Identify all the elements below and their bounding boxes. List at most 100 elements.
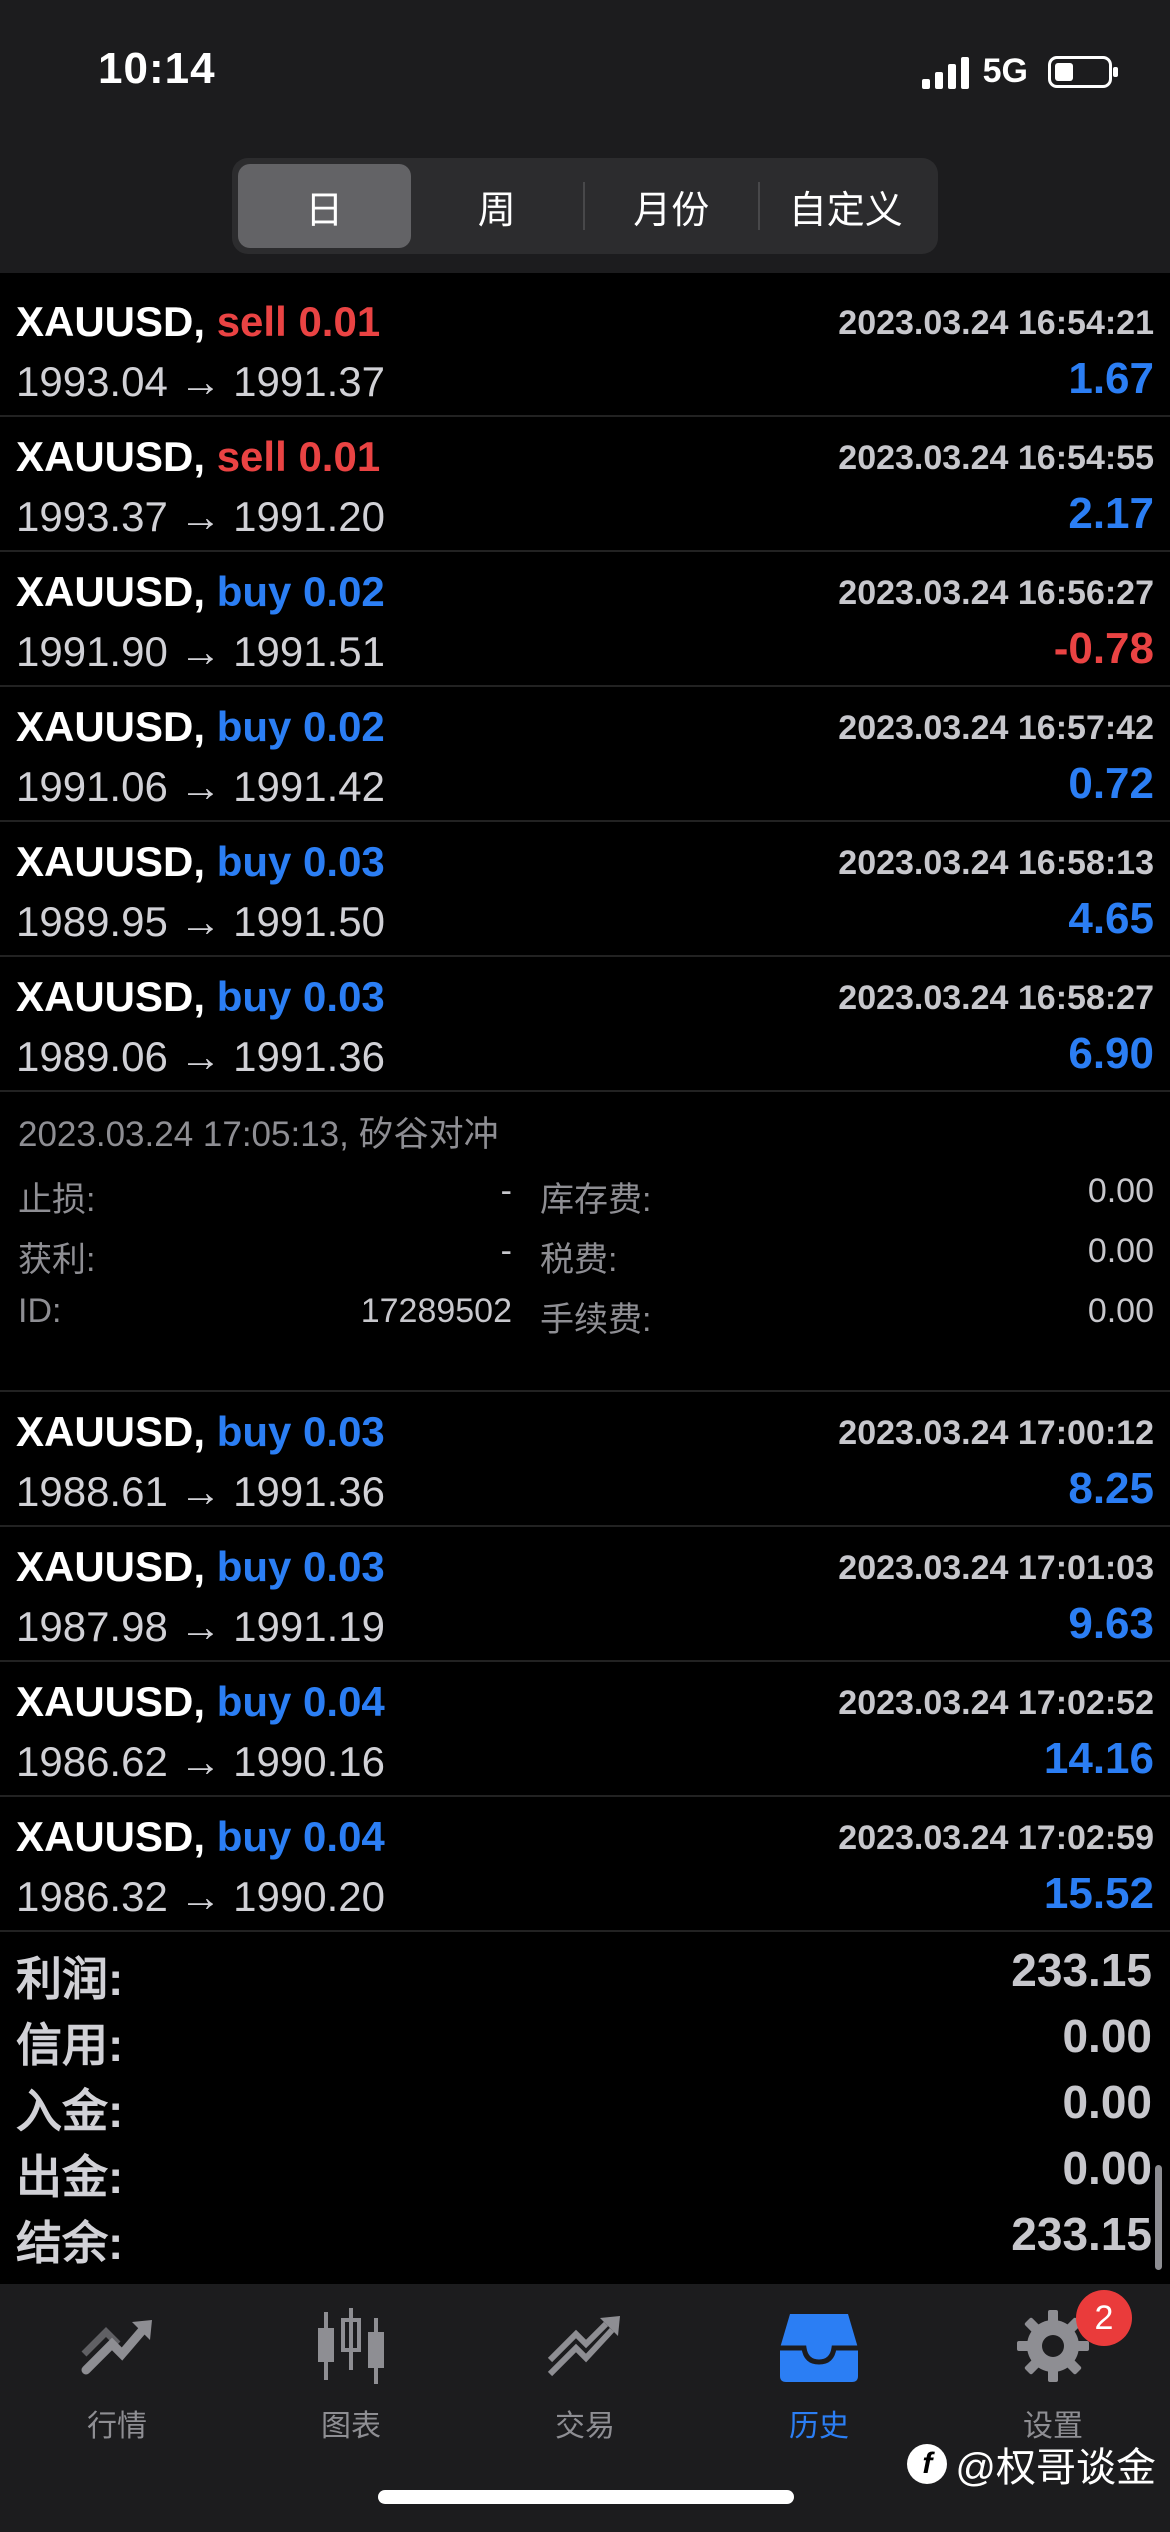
trade-row[interactable]: XAUUSD, buy 0.03 2023.03.24 16:58:13 1989.… [0, 822, 1170, 957]
trade-symbol: XAUUSD, buy 0.03 [16, 1408, 385, 1456]
tab-history[interactable]: 历史 [702, 2304, 936, 2445]
trade-row[interactable]: XAUUSD, buy 0.02 2023.03.24 16:57:42 1991.… [0, 687, 1170, 822]
symbol-text: XAUUSD, [16, 838, 206, 885]
trade-datetime: 2023.03.24 17:01:03 [838, 1549, 1154, 1587]
tax-value: 0.00 [1087, 1232, 1154, 1270]
symbol-text: XAUUSD, [16, 1408, 206, 1455]
trade-profit: 1.67 [1068, 354, 1154, 403]
trade-row[interactable]: XAUUSD, buy 0.04 2023.03.24 17:02:52 1986.… [0, 1662, 1170, 1797]
trade-symbol: XAUUSD, buy 0.03 [16, 1543, 385, 1591]
summary-label: 出金: [16, 2151, 124, 2203]
home-indicator[interactable] [378, 2490, 794, 2504]
status-indicators: 5G [921, 52, 1118, 91]
trade-lots: 0.04 [303, 1678, 385, 1725]
summary-profit: 利润: 233.15 [0, 1937, 1170, 2005]
trade-side: buy [216, 838, 292, 885]
trade-side: buy [216, 1408, 292, 1455]
trade-datetime: 2023.03.24 16:56:27 [838, 574, 1154, 612]
tp-value: - [500, 1232, 512, 1270]
trade-symbol: XAUUSD, sell 0.01 [16, 298, 380, 346]
trade-lots: 0.01 [298, 433, 381, 480]
trade-prices: 1987.98 → 1991.19 [16, 1603, 385, 1650]
symbol-text: XAUUSD, [16, 973, 206, 1020]
trade-row[interactable]: XAUUSD, buy 0.02 2023.03.24 16:56:27 1991.… [0, 552, 1170, 687]
account-summary: 利润: 233.15 信用: 0.00 入金: 0.00 出金: 0.00 结余… [0, 1937, 1170, 2269]
tab-label: 图表 [321, 2410, 381, 2443]
trade-lots: 0.04 [303, 1813, 385, 1860]
trade-lots: 0.03 [303, 838, 385, 885]
tab-quotes[interactable]: 行情 [0, 2304, 234, 2445]
summary-label: 信用: [16, 2019, 124, 2071]
trade-profit: 0.72 [1068, 759, 1154, 808]
tax-label: 税费: [540, 1241, 618, 1279]
history-icon [780, 2314, 858, 2382]
trade-profit: 15.52 [1043, 1869, 1154, 1918]
trade-lots: 0.03 [303, 973, 385, 1020]
trade-prices: 1989.06 → 1991.36 [16, 1033, 385, 1080]
segment-custom[interactable]: 自定义 [760, 164, 933, 248]
id-label: ID: [18, 1292, 62, 1330]
trade-side: sell [216, 433, 287, 480]
sl-value: - [500, 1172, 512, 1210]
trade-prices: 1993.37 → 1991.20 [16, 493, 385, 540]
sl-label: 止损: [18, 1181, 96, 1219]
trade-datetime: 2023.03.24 17:02:59 [838, 1819, 1154, 1857]
fee-value: 0.00 [1087, 1292, 1154, 1330]
symbol-text: XAUUSD, [16, 1678, 206, 1725]
symbol-text: XAUUSD, [16, 703, 206, 750]
symbol-text: XAUUSD, [16, 1813, 206, 1860]
tab-trade[interactable]: 交易 [468, 2304, 702, 2445]
settings-badge: 2 [1076, 2290, 1132, 2346]
segment-day[interactable]: 日 [238, 164, 411, 248]
trade-prices: 1986.62 → 1990.16 [16, 1738, 385, 1785]
symbol-text: XAUUSD, [16, 568, 206, 615]
symbol-text: XAUUSD, [16, 433, 206, 480]
trade-prices: 1991.90 → 1991.51 [16, 628, 385, 675]
tab-settings[interactable]: 设置 [936, 2304, 1170, 2445]
trade-row[interactable]: XAUUSD, sell 0.01 2023.03.24 16:54:21 1993… [0, 282, 1170, 417]
trade-datetime: 2023.03.24 16:58:27 [838, 979, 1154, 1017]
summary-value: 0.00 [1062, 2076, 1152, 2128]
segment-week[interactable]: 周 [411, 164, 584, 248]
tab-chart[interactable]: 图表 [234, 2304, 468, 2445]
trade-icon [547, 2316, 620, 2377]
trade-row[interactable]: XAUUSD, buy 0.03 2023.03.24 17:00:12 1988.… [0, 1392, 1170, 1527]
trade-lots: 0.03 [303, 1543, 385, 1590]
trade-row[interactable]: XAUUSD, buy 0.03 2023.03.24 17:01:03 1987.… [0, 1527, 1170, 1662]
segment-month[interactable]: 月份 [585, 164, 758, 248]
trade-profit: 14.16 [1043, 1734, 1154, 1783]
swap-value: 0.00 [1087, 1172, 1154, 1210]
trade-symbol: XAUUSD, buy 0.02 [16, 568, 385, 616]
symbol-text: XAUUSD, [16, 298, 206, 345]
battery-icon [1048, 55, 1118, 88]
summary-label: 入金: [16, 2085, 124, 2137]
trade-row[interactable]: XAUUSD, buy 0.03 2023.03.24 16:58:27 1989.… [0, 957, 1170, 1092]
trade-datetime: 2023.03.24 16:54:55 [838, 439, 1154, 477]
fee-label: 手续费: [540, 1301, 652, 1339]
trade-row[interactable]: XAUUSD, buy 0.04 2023.03.24 17:02:59 1986.… [0, 1797, 1170, 1932]
trade-prices: 1993.04 → 1991.37 [16, 358, 385, 405]
trade-side: buy [216, 568, 292, 615]
trade-profit: 8.25 [1068, 1464, 1154, 1513]
quotes-icon [81, 2320, 152, 2375]
summary-value: 0.00 [1062, 2010, 1152, 2062]
trade-detail[interactable]: 2023.03.24 17:05:13, 矽谷对冲 止损: - 获利: - ID… [0, 1092, 1170, 1392]
period-segmented-control: 日 周 月份 自定义 [232, 158, 938, 254]
trade-datetime: 2023.03.24 16:54:21 [838, 304, 1154, 342]
scrollbar[interactable] [1155, 2165, 1162, 2270]
trade-symbol: XAUUSD, buy 0.04 [16, 1813, 385, 1861]
swap-label: 库存费: [540, 1181, 652, 1219]
summary-label: 结余: [16, 2217, 124, 2269]
trade-row[interactable]: XAUUSD, sell 0.01 2023.03.24 16:54:55 1993… [0, 417, 1170, 552]
watermark-text: @权哥谈金 [955, 2446, 1156, 2490]
summary-credit: 信用: 0.00 [0, 2003, 1170, 2071]
summary-withdrawal: 出金: 0.00 [0, 2135, 1170, 2203]
signal-icon [921, 55, 969, 89]
trade-side: sell [216, 298, 287, 345]
trade-side: buy [216, 1813, 292, 1860]
trade-side: buy [216, 703, 292, 750]
trade-symbol: XAUUSD, buy 0.02 [16, 703, 385, 751]
trade-symbol: XAUUSD, buy 0.03 [16, 973, 385, 1021]
trade-profit: 6.90 [1068, 1029, 1154, 1078]
detail-header: 2023.03.24 17:05:13, 矽谷对冲 [18, 1115, 499, 1154]
